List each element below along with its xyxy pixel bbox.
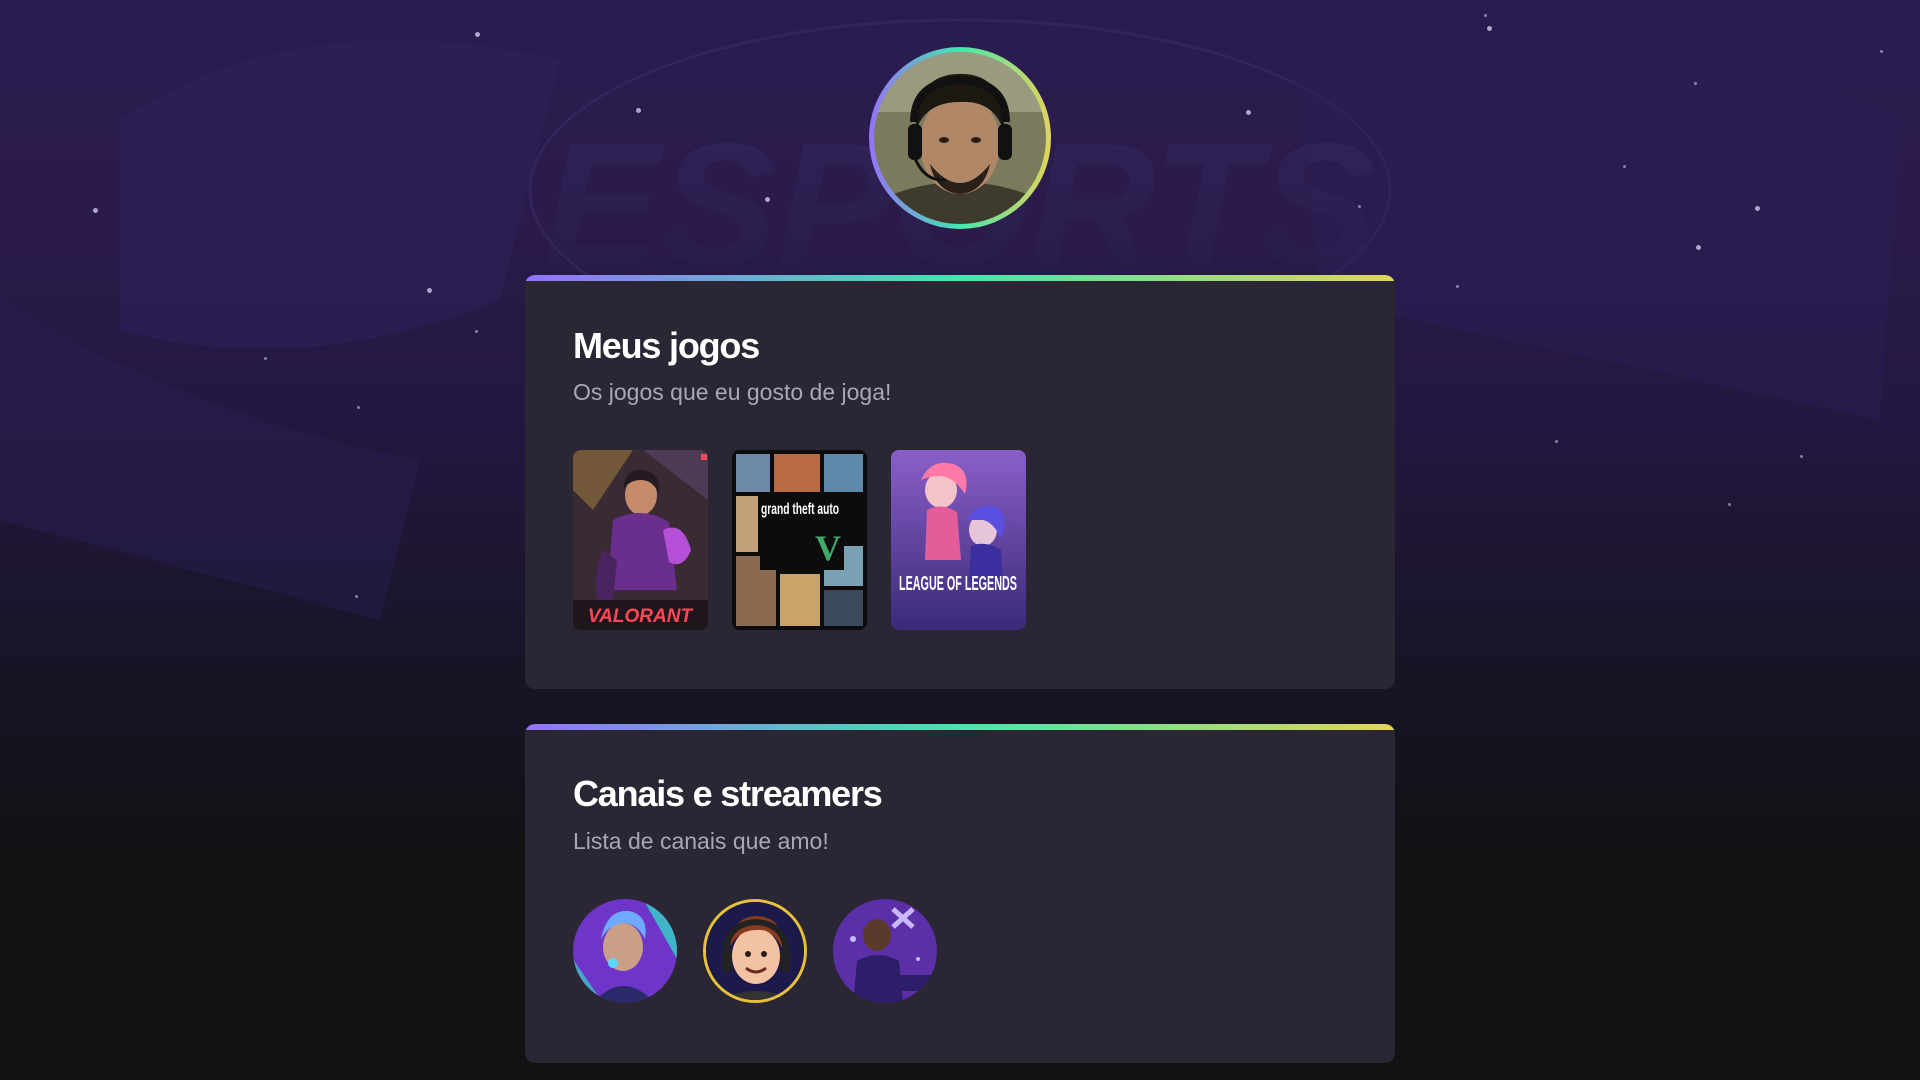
- game-card-valorant[interactable]: VALORANT: [573, 450, 708, 630]
- profile-avatar-photo-icon: [874, 52, 1046, 224]
- game-label-lol: LEAGUE OF LEGENDS: [899, 573, 1017, 595]
- game-label-gta: grand theft auto: [761, 501, 839, 518]
- streamers-section-subtitle: Lista de canais que amo!: [573, 828, 829, 854]
- game-label-valorant: VALORANT: [588, 606, 694, 627]
- streamers-card: Canais e streamers Lista de canais que a…: [525, 724, 1395, 1063]
- games-section-subtitle: Os jogos que eu gosto de joga!: [573, 379, 892, 405]
- streamer-avatar-2-icon[interactable]: [703, 899, 807, 1003]
- game-card-gta-v[interactable]: grand theft auto V: [732, 450, 867, 630]
- profile-avatar: [869, 47, 1051, 229]
- game-card-league-of-legends[interactable]: LEAGUE OF LEGENDS: [891, 450, 1026, 630]
- streamers-list: [573, 899, 937, 1003]
- streamer-avatar-1-icon[interactable]: [573, 899, 677, 1003]
- games-card: Meus jogos Os jogos que eu gosto de joga…: [525, 275, 1395, 689]
- streamer-avatar-3-icon[interactable]: [833, 899, 937, 1003]
- streamers-section-title: Canais e streamers: [573, 773, 883, 814]
- games-section-title: Meus jogos: [573, 325, 760, 366]
- gta-five-mark: V: [815, 528, 841, 568]
- games-list: VALORANT grand theft auto V LEAGUE OF LE…: [573, 450, 1026, 630]
